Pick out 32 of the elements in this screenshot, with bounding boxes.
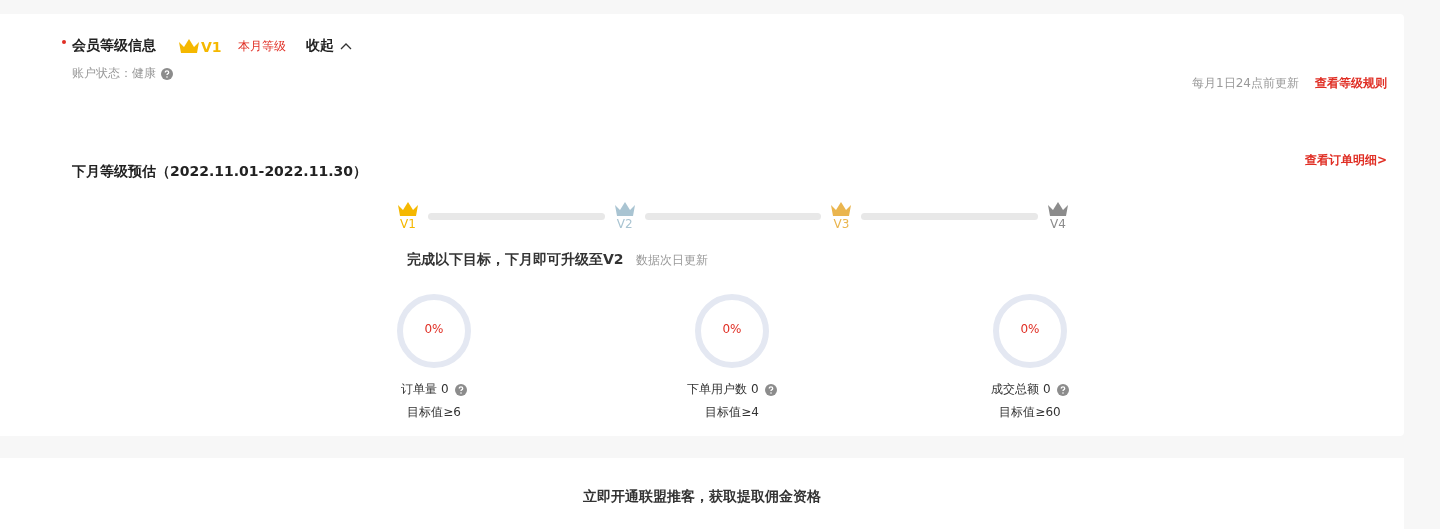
update-note: 每月1日24点前更新 — [1192, 75, 1299, 92]
goal-text: 完成以下目标，下月即可升级至V2 — [407, 251, 624, 269]
collapse-button[interactable]: 收起 — [305, 37, 352, 55]
help-icon[interactable] — [161, 67, 173, 80]
month-label: 本月等级 — [237, 37, 286, 55]
update-note: 数据次日更新 — [635, 252, 708, 269]
level-label: V3 — [833, 218, 850, 231]
rules-link[interactable]: 查看等级规则 — [1315, 75, 1387, 92]
metric-label: 成交总额 0 — [991, 381, 1051, 398]
metric-label: 订单量 0 — [401, 381, 449, 398]
order-detail-link[interactable]: 查看订单明细> — [1304, 152, 1387, 169]
metric-label: 下单用户数 0 — [687, 381, 759, 398]
account-status: 账户状态：健康 — [72, 65, 156, 82]
caret-icon — [339, 42, 352, 50]
help-icon[interactable] — [454, 383, 467, 396]
percent-value: 0% — [1019, 322, 1041, 336]
target-value: 目标值≥60 — [999, 404, 1061, 421]
target-value: 目标值≥6 — [407, 404, 461, 421]
promo-text: 立即开通联盟推客，获取提取佣金资格 — [583, 488, 821, 506]
target-value: 目标值≥4 — [705, 404, 759, 421]
level-label: V1 — [201, 38, 222, 55]
crown-icon — [178, 37, 200, 55]
level-label: V2 — [616, 218, 633, 231]
required-dot — [62, 40, 66, 44]
percent-value: 0% — [721, 322, 743, 336]
level-label: V4 — [1050, 218, 1066, 231]
percent-value: 0% — [423, 322, 445, 336]
forecast-title: 下月等级预估（2022.11.01-2022.11.30） — [72, 163, 367, 181]
help-icon[interactable] — [764, 383, 777, 396]
help-icon[interactable] — [1056, 383, 1069, 396]
level-label: V1 — [400, 218, 416, 231]
section-title: 会员等级信息 — [72, 37, 156, 55]
